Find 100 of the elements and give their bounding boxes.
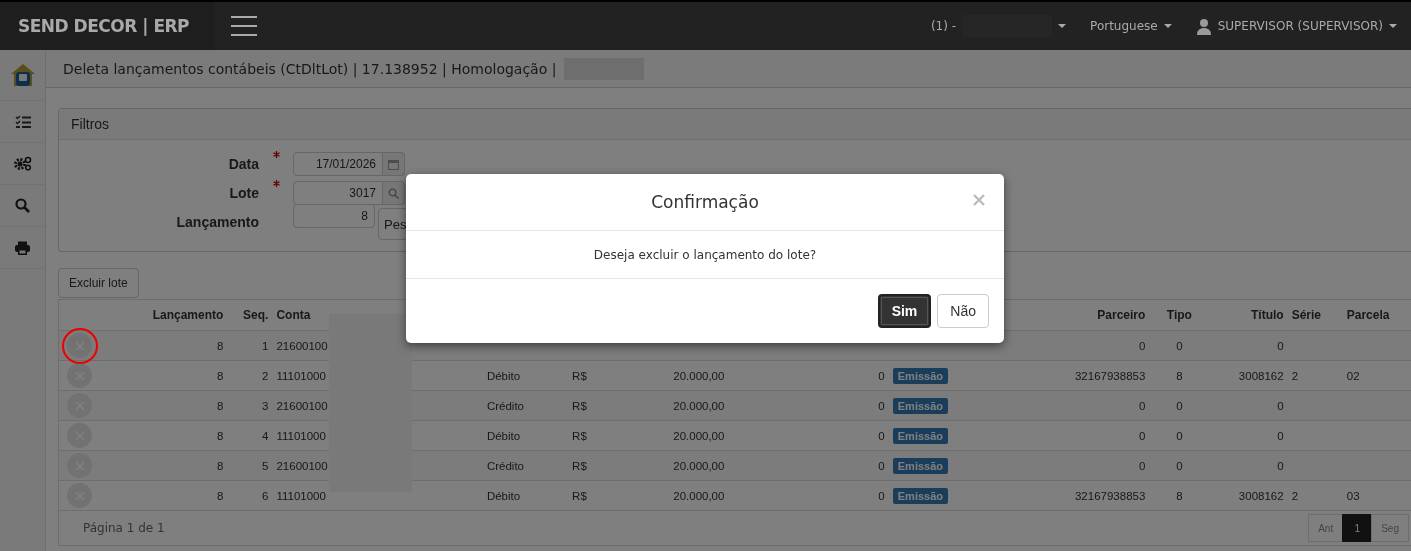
table-cell: 8 <box>216 399 224 412</box>
table-cell: 0 <box>1176 429 1183 442</box>
page-button[interactable]: 1 <box>1342 514 1373 542</box>
table-cell: 0 <box>1277 429 1284 442</box>
table-cell: Crédito <box>486 459 524 472</box>
table-cell: R$ <box>572 429 587 442</box>
table-cell: 0 <box>878 369 885 382</box>
status-badge: Emissão <box>892 427 948 444</box>
dialog-message: Deseja excluir o lançamento do lote? <box>593 247 817 262</box>
status-badge: Emissão <box>892 457 948 474</box>
table-cell: 0 <box>878 459 885 472</box>
table-cell: R$ <box>572 459 587 472</box>
table-cell: Débito <box>486 429 521 442</box>
table-cell: 0 <box>1176 459 1183 472</box>
table-cell: R$ <box>572 489 587 502</box>
page-title: Deleta lançamentos contábeis (CtDltLot) | 17.138952 | Homologação | <box>63 60 557 77</box>
column-header: Seq. <box>243 308 269 322</box>
table-cell: 2 <box>1291 489 1299 502</box>
table-cell: 03 <box>1346 489 1360 502</box>
table-cell: 11101000 <box>276 489 326 502</box>
input-field[interactable]: 8 <box>293 204 375 228</box>
table-cell: Débito <box>486 489 521 502</box>
print-icon[interactable] <box>15 240 30 255</box>
table-cell: 32167938853 <box>1074 489 1146 502</box>
user-dropdown[interactable]: SUPERVISOR (SUPERVISOR) <box>1195 17 1397 35</box>
table-cell: 0 <box>1277 399 1284 412</box>
checklist-icon[interactable] <box>14 114 31 129</box>
table-cell: 0 <box>878 489 885 502</box>
table-cell: 21600100 <box>276 339 328 352</box>
table-cell: R$ <box>572 369 587 382</box>
table-cell: 0 <box>1277 459 1284 472</box>
table-cell: 2 <box>262 369 269 382</box>
table-cell: 8 <box>1176 489 1183 502</box>
table-cell: 5 <box>262 459 269 472</box>
column-header: Parcela <box>1346 308 1390 322</box>
table-cell: 0 <box>1277 339 1284 352</box>
table-cell: 0 <box>1138 399 1146 412</box>
language-dropdown[interactable]: Portuguese <box>1090 19 1172 33</box>
table-cell: R$ <box>572 399 587 412</box>
table-cell: 8 <box>216 489 224 502</box>
table-cell: Crédito <box>486 399 524 412</box>
close-icon[interactable] <box>973 194 985 206</box>
delete-batch-button[interactable]: Excluir lote <box>58 268 139 298</box>
table-cell: 0 <box>878 399 885 412</box>
status-badge: Emissão <box>892 367 948 384</box>
table-cell: 0 <box>1176 399 1183 412</box>
column-header: Série <box>1291 308 1321 322</box>
column-header: Lançamento <box>152 308 224 322</box>
table-cell: 21600100 <box>276 399 328 412</box>
dialog-title: Confirmação <box>651 192 759 212</box>
table-cell: 20.000,00 <box>673 399 725 412</box>
page-info: Página 1 de 1 <box>83 521 165 535</box>
column-header: Conta <box>276 308 311 322</box>
table-cell: 8 <box>216 339 224 352</box>
field-label: Lote <box>228 185 259 201</box>
table-cell: 1 <box>262 339 269 352</box>
table-cell: 11101000 <box>276 369 326 382</box>
brand-title: SEND DECOR | ERP <box>18 16 190 36</box>
input-field[interactable]: 3017 <box>293 181 383 205</box>
table-cell: 20.000,00 <box>673 459 725 472</box>
panel-header: Filtros <box>59 109 1411 140</box>
search-icon[interactable] <box>383 181 405 205</box>
table-cell: 3 <box>262 399 269 412</box>
table-cell: 3008162 <box>1238 489 1284 502</box>
input-field[interactable]: 17/01/2026 <box>293 152 383 176</box>
table-cell: 8 <box>216 369 224 382</box>
table-cell: 0 <box>1138 339 1146 352</box>
page-button[interactable]: Seg <box>1371 514 1409 542</box>
table-cell: 0 <box>1138 459 1146 472</box>
table-cell: 8 <box>216 459 224 472</box>
settings-icon[interactable] <box>13 156 32 171</box>
table-cell: 11101000 <box>276 429 326 442</box>
table-cell: 02 <box>1346 369 1360 382</box>
delete-row-button[interactable] <box>67 363 92 388</box>
table-cell: 0 <box>878 429 885 442</box>
table-cell: 8 <box>216 429 224 442</box>
confirm-button[interactable]: Sim <box>877 294 932 328</box>
column-header: Título <box>1250 308 1284 322</box>
table-cell: 20.000,00 <box>673 369 725 382</box>
table-cell: 21600100 <box>276 459 328 472</box>
table-cell: 0 <box>1138 429 1146 442</box>
table-cell: 8 <box>1176 369 1183 382</box>
status-badge: Emissão <box>892 397 948 414</box>
status-badge: Emissão <box>892 487 948 504</box>
table-cell: 0 <box>1176 339 1183 352</box>
table-cell: 3008162 <box>1238 369 1284 382</box>
delete-row-button[interactable] <box>67 333 92 358</box>
column-header: Tipo <box>1166 308 1192 322</box>
table-cell: 20.000,00 <box>673 489 725 502</box>
column-header: Parceiro <box>1097 308 1146 322</box>
table-cell: 4 <box>262 429 269 442</box>
table-cell: 32167938853 <box>1074 369 1146 382</box>
cancel-button[interactable]: Não <box>937 294 989 328</box>
menu-icon[interactable] <box>231 16 257 36</box>
user-icon <box>1195 17 1212 35</box>
table-cell: 20.000,00 <box>673 429 725 442</box>
table-cell: Débito <box>486 369 521 382</box>
calendar-icon[interactable] <box>383 152 405 176</box>
search-icon[interactable] <box>15 198 30 213</box>
table-cell: 2 <box>1291 369 1299 382</box>
